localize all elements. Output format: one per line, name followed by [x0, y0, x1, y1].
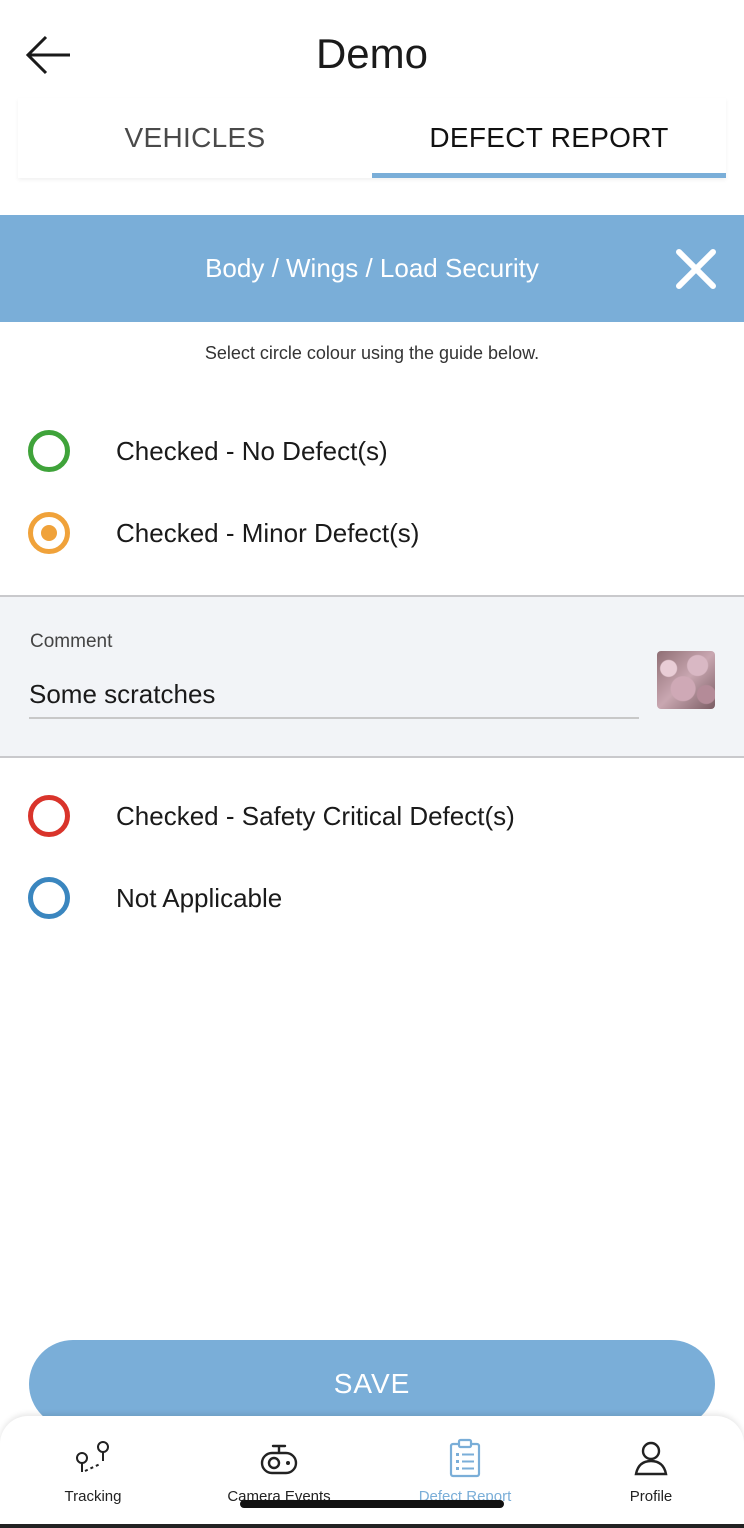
- save-button[interactable]: SAVE: [29, 1340, 715, 1428]
- option-label: Checked - No Defect(s): [116, 435, 388, 466]
- tracking-icon: [76, 1441, 109, 1472]
- radio-green-icon[interactable]: [28, 430, 70, 472]
- nav-label: Profile: [629, 1488, 673, 1505]
- option-no-defect[interactable]: Checked - No Defect(s): [0, 421, 744, 481]
- clipboard-icon: [449, 1438, 481, 1478]
- radio-orange-selected-icon[interactable]: [28, 512, 70, 554]
- screen-edge: [0, 1524, 744, 1528]
- profile-icon: [634, 1441, 668, 1476]
- close-icon: [676, 249, 716, 289]
- section-header: Body / Wings / Load Security: [0, 215, 744, 322]
- photo-thumbnail[interactable]: [657, 651, 715, 709]
- home-indicator: [240, 1500, 504, 1508]
- tab-defect-report[interactable]: DEFECT REPORT: [372, 98, 726, 178]
- radio-red-icon[interactable]: [28, 795, 70, 837]
- page-title: Demo: [315, 30, 429, 77]
- nav-item-camera-events[interactable]: Camera Events: [186, 1416, 372, 1528]
- nav-label: Tracking: [64, 1488, 122, 1505]
- guide-text: Select circle colour using the guide bel…: [204, 343, 540, 363]
- radio-blue-icon[interactable]: [28, 877, 70, 919]
- camera-icon: [260, 1444, 298, 1475]
- option-not-applicable[interactable]: Not Applicable: [0, 868, 744, 928]
- section-title: Body / Wings / Load Security: [205, 253, 539, 283]
- option-safety-critical[interactable]: Checked - Safety Critical Defect(s): [0, 786, 744, 846]
- tab-bar: VEHICLES DEFECT REPORT: [18, 98, 726, 178]
- tab-vehicles[interactable]: VEHICLES: [18, 98, 372, 178]
- nav-item-tracking[interactable]: Tracking: [0, 1416, 186, 1528]
- nav-item-defect-report[interactable]: Defect Report: [372, 1416, 558, 1528]
- option-label: Not Applicable: [116, 882, 283, 913]
- comment-label: Comment: [30, 631, 113, 652]
- comment-panel: Comment: [0, 595, 744, 758]
- option-label: Checked - Minor Defect(s): [116, 517, 420, 548]
- comment-input[interactable]: [29, 671, 639, 719]
- header: Demo: [0, 0, 744, 100]
- option-minor-defect[interactable]: Checked - Minor Defect(s): [0, 503, 744, 563]
- option-label: Checked - Safety Critical Defect(s): [116, 800, 515, 831]
- nav-item-profile[interactable]: Profile: [558, 1416, 744, 1528]
- radio-dot: [41, 525, 57, 541]
- bottom-nav: Tracking Camera Events Defect Report Pro…: [0, 1416, 744, 1528]
- close-button[interactable]: [674, 247, 718, 291]
